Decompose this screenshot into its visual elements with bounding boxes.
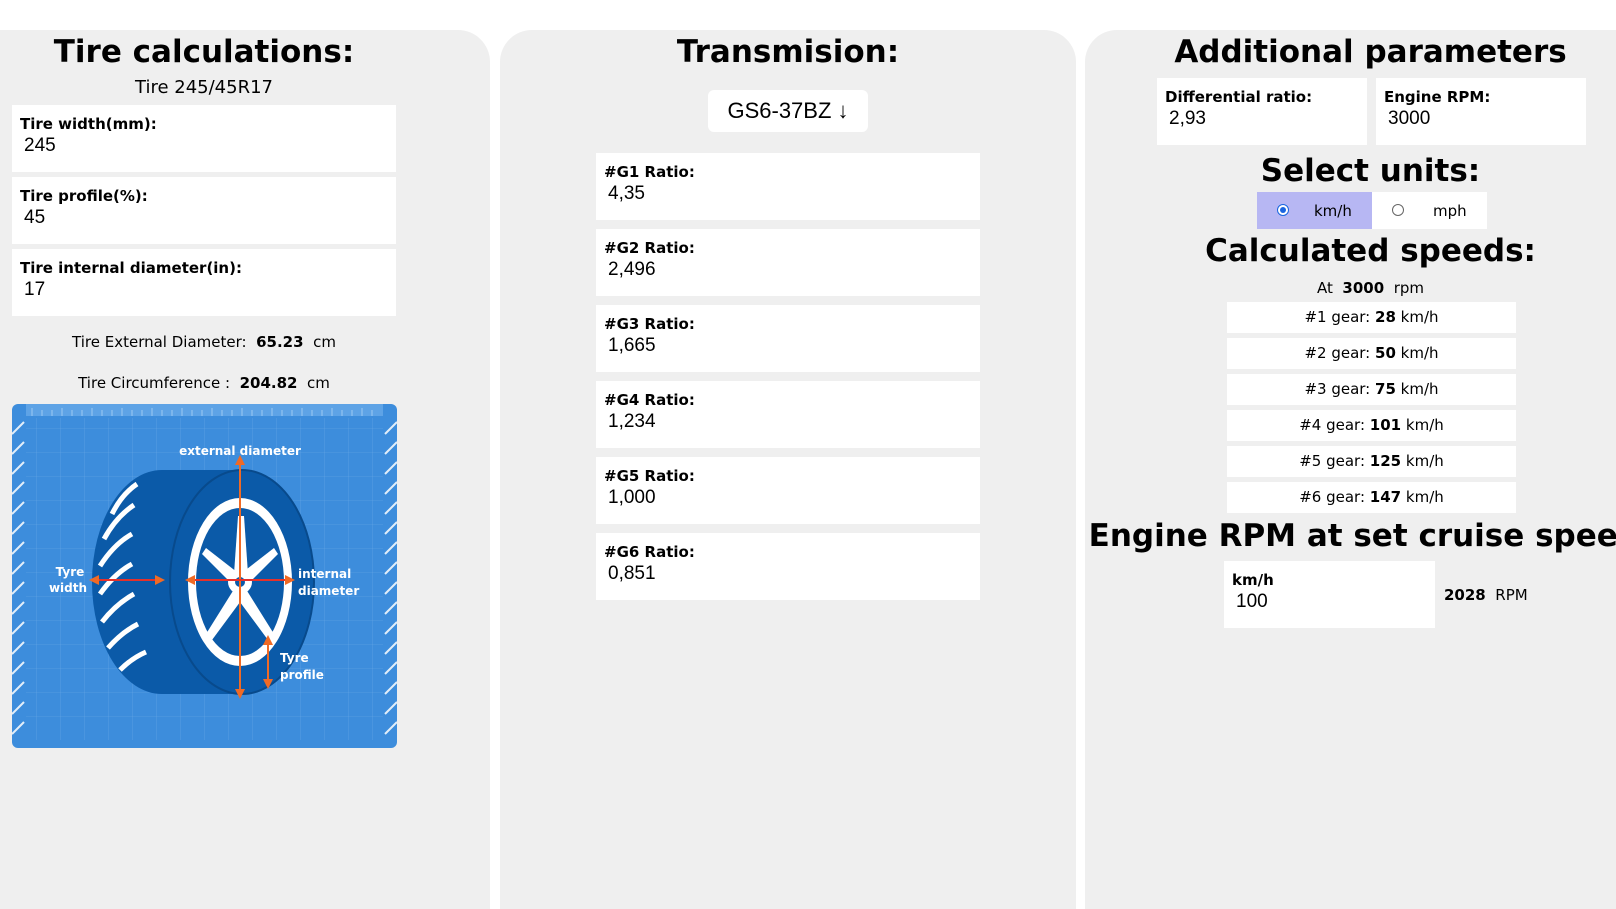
gear-unit: km/h — [1400, 308, 1439, 326]
circumference-label: Tire Circumference : — [78, 374, 231, 392]
at-label: At — [1316, 279, 1333, 297]
cruise-speed-field[interactable]: km/h 100 — [1224, 561, 1435, 628]
select-units-title: Select units: — [1260, 153, 1481, 189]
label-external-diameter: external diameter — [179, 444, 301, 458]
cruise-rpm-result: 2028 RPM — [1444, 586, 1528, 604]
cruise-speed-label: km/h — [1232, 571, 1274, 589]
radio-kmh[interactable] — [1277, 204, 1289, 216]
differential-ratio-label: Differential ratio: — [1165, 88, 1313, 106]
gear-ratio-input[interactable]: 0,851 — [608, 563, 656, 585]
gear-speed: 75 — [1375, 380, 1396, 398]
gear-speed-row: #3 gear: 75 km/h — [1227, 374, 1516, 405]
calculated-speeds-title: Calculated speeds: — [1205, 233, 1536, 269]
tire-internal-diameter-input[interactable]: 17 — [24, 279, 45, 301]
gear-label: #4 gear: — [1299, 416, 1366, 434]
gear-speed-row: #4 gear: 101 km/h — [1227, 410, 1516, 441]
tire-internal-diameter-label: Tire internal diameter(in): — [20, 259, 242, 277]
gear-speed: 101 — [1369, 416, 1402, 434]
label-internal: internal — [298, 567, 351, 581]
radio-mph[interactable] — [1392, 204, 1404, 216]
external-diameter-unit: cm — [313, 333, 336, 351]
tire-profile-input[interactable]: 45 — [24, 207, 45, 229]
tire-external-diameter-line: Tire External Diameter: 65.23 cm — [12, 333, 396, 351]
gear-ratio-input[interactable]: 1,000 — [608, 487, 656, 509]
gear-speed-row: #2 gear: 50 km/h — [1227, 338, 1516, 369]
label-tyre-profile-2: profile — [280, 668, 324, 682]
cruise-rpm-value: 2028 — [1444, 586, 1486, 604]
gear-speed: 50 — [1375, 344, 1396, 362]
gear-ratio-field-3[interactable]: #G3 Ratio: 1,665 — [596, 305, 980, 372]
gear-ratio-field-1[interactable]: #G1 Ratio: 4,35 — [596, 153, 980, 220]
unit-kmh-label: km/h — [1314, 202, 1352, 220]
unit-option-kmh[interactable]: km/h — [1257, 192, 1372, 229]
speeds-at-rpm: At 3000 rpm — [1085, 279, 1616, 297]
label-tyre-profile-1: Tyre — [280, 651, 309, 665]
transmission-title: Transmision: — [676, 34, 900, 70]
gear-ratio-field-4[interactable]: #G4 Ratio: 1,234 — [596, 381, 980, 448]
gear-speed-row: #5 gear: 125 km/h — [1227, 446, 1516, 477]
gear-speed: 28 — [1375, 308, 1396, 326]
external-diameter-value: 65.23 — [256, 333, 304, 351]
label-width: width — [49, 581, 87, 595]
tire-internal-diameter-field[interactable]: Tire internal diameter(in): 17 — [12, 249, 396, 316]
circumference-unit: cm — [307, 374, 330, 392]
gear-label: #1 gear: — [1304, 308, 1371, 326]
gear-label: #2 gear: — [1304, 344, 1371, 362]
engine-rpm-label: Engine RPM: — [1384, 88, 1491, 106]
gear-ratio-field-2[interactable]: #G2 Ratio: 2,496 — [596, 229, 980, 296]
gear-ratio-label: #G6 Ratio: — [604, 543, 695, 561]
at-unit: rpm — [1393, 279, 1425, 297]
differential-ratio-input[interactable]: 2,93 — [1169, 108, 1206, 130]
tire-subtitle: Tire 245/45R17 — [135, 77, 273, 98]
cruise-speed-input[interactable]: 100 — [1236, 591, 1268, 613]
gear-ratio-label: #G3 Ratio: — [604, 315, 695, 333]
tire-title: Tire calculations: — [53, 34, 355, 70]
unit-option-mph[interactable]: mph — [1372, 192, 1487, 229]
gear-unit: km/h — [1405, 416, 1444, 434]
circumference-value: 204.82 — [239, 374, 298, 392]
tire-diagram: external diameter Tyre width internal di… — [12, 404, 397, 748]
external-diameter-label: Tire External Diameter: — [72, 333, 247, 351]
tire-width-input[interactable]: 245 — [24, 135, 56, 157]
gear-label: #5 gear: — [1299, 452, 1366, 470]
unit-mph-label: mph — [1433, 202, 1467, 220]
gear-speed-row: #1 gear: 28 km/h — [1227, 302, 1516, 333]
gear-ratio-input[interactable]: 1,234 — [608, 411, 656, 433]
gear-ratio-field-5[interactable]: #G5 Ratio: 1,000 — [596, 457, 980, 524]
differential-ratio-field[interactable]: Differential ratio: 2,93 — [1157, 78, 1367, 145]
gear-ratio-label: #G1 Ratio: — [604, 163, 695, 181]
gear-unit: km/h — [1405, 488, 1444, 506]
label-tyre: Tyre — [56, 565, 85, 579]
gear-ratio-label: #G4 Ratio: — [604, 391, 695, 409]
gear-speed-row: #6 gear: 147 km/h — [1227, 482, 1516, 513]
gear-unit: km/h — [1405, 452, 1444, 470]
gear-label: #3 gear: — [1304, 380, 1371, 398]
additional-title: Additional parameters — [1174, 34, 1567, 70]
gear-ratio-input[interactable]: 2,496 — [608, 259, 656, 281]
tire-profile-label: Tire profile(%): — [20, 187, 148, 205]
gear-speed: 125 — [1369, 452, 1402, 470]
engine-rpm-field[interactable]: Engine RPM: 3000 — [1376, 78, 1586, 145]
tire-width-field[interactable]: Tire width(mm): 245 — [12, 105, 396, 172]
gear-ratio-label: #G5 Ratio: — [604, 467, 695, 485]
tire-profile-field[interactable]: Tire profile(%): 45 — [12, 177, 396, 244]
gear-label: #6 gear: — [1299, 488, 1366, 506]
tire-circumference-line: Tire Circumference : 204.82 cm — [12, 374, 396, 392]
gear-ratio-input[interactable]: 1,665 — [608, 335, 656, 357]
engine-rpm-input[interactable]: 3000 — [1388, 108, 1430, 130]
gear-ratio-label: #G2 Ratio: — [604, 239, 695, 257]
label-diameter: diameter — [298, 584, 359, 598]
cruise-title: Engine RPM at set cruise speed: — [1088, 518, 1616, 554]
at-value: 3000 — [1342, 279, 1385, 297]
gear-ratio-input[interactable]: 4,35 — [608, 183, 645, 205]
gear-speed: 147 — [1369, 488, 1402, 506]
cruise-rpm-unit: RPM — [1495, 586, 1528, 604]
gear-ratio-field-6[interactable]: #G6 Ratio: 0,851 — [596, 533, 980, 600]
gear-unit: km/h — [1400, 380, 1439, 398]
gear-unit: km/h — [1400, 344, 1439, 362]
transmission-select[interactable]: GS6-37BZ ↓ — [708, 90, 868, 132]
tire-width-label: Tire width(mm): — [20, 115, 157, 133]
